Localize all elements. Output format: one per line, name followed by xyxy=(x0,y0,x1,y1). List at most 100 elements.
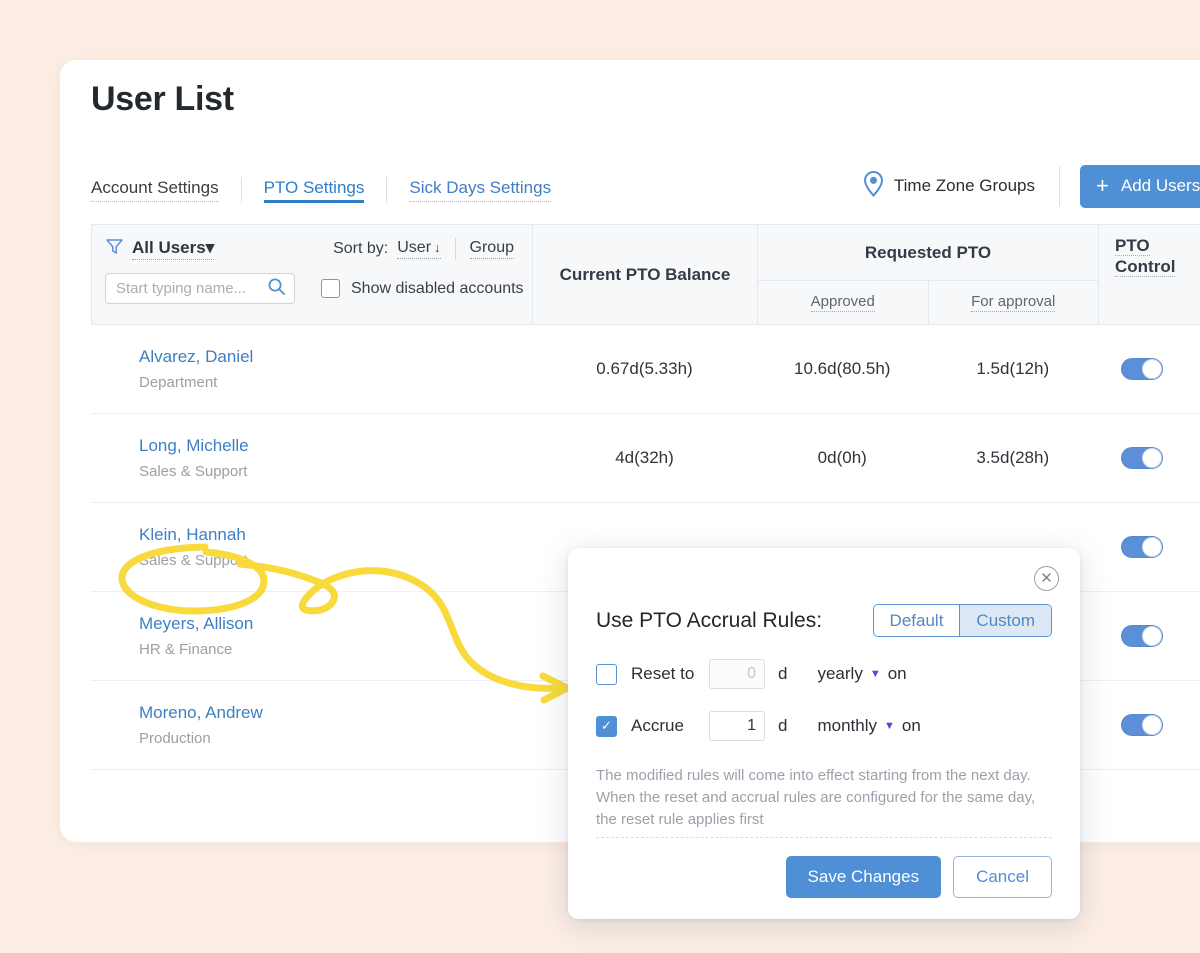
table-row[interactable]: Long, Michelle Sales & Support 4d(32h) 0… xyxy=(91,414,1200,503)
all-users-caret: ▾ xyxy=(205,238,215,257)
search-box[interactable] xyxy=(105,273,295,304)
sort-arrow-down-icon: ↓ xyxy=(434,240,441,255)
sort-by-label: Sort by: xyxy=(333,240,389,257)
pto-accrual-rules-modal: ✕ Use PTO Accrual Rules: Default Custom … xyxy=(568,548,1080,919)
check-icon: ✓ xyxy=(601,718,612,733)
cell-approved: 0d(0h) xyxy=(817,448,867,467)
mode-custom-button[interactable]: Custom xyxy=(959,605,1051,636)
column-pto-control-line1: PTO xyxy=(1115,236,1150,256)
toggle-knob xyxy=(1142,359,1162,379)
mode-default-button[interactable]: Default xyxy=(873,605,960,636)
filter-panel: All Users▾ Sort by: User ↓ Group Start t… xyxy=(92,225,533,324)
user-cell: Moreno, Andrew Production xyxy=(91,703,532,747)
user-name-link[interactable]: Long, Michelle xyxy=(139,436,532,456)
add-users-button[interactable]: + Add Users ▾ xyxy=(1080,164,1200,208)
chevron-down-icon: ▼ xyxy=(884,720,895,732)
time-zone-groups-label: Time Zone Groups xyxy=(893,176,1035,195)
column-current-pto-balance: Current PTO Balance xyxy=(533,225,758,324)
accrue-rule-row: ✓ Accrue d monthly ▼ on xyxy=(596,711,1052,741)
reset-to-checkbox[interactable] xyxy=(596,663,617,685)
time-zone-groups-button[interactable]: Time Zone Groups xyxy=(862,170,1059,203)
accrue-value-input[interactable] xyxy=(709,711,765,741)
sort-controls: Sort by: User ↓ Group xyxy=(333,238,532,260)
user-department: HR & Finance xyxy=(139,641,233,658)
reset-to-label: Reset to xyxy=(631,664,695,683)
column-for-approval[interactable]: For approval xyxy=(929,281,1099,324)
user-name-link[interactable]: Moreno, Andrew xyxy=(139,703,532,723)
save-changes-button[interactable]: Save Changes xyxy=(785,856,942,898)
sort-divider xyxy=(454,238,456,260)
modal-note: The modified rules will come into effect… xyxy=(596,767,1036,828)
all-users-filter[interactable]: All Users▾ xyxy=(132,238,215,260)
sort-by-user[interactable]: User ↓ xyxy=(397,239,441,259)
reset-frequency-dropdown[interactable]: yearly ▼ on xyxy=(817,664,906,684)
user-cell: Long, Michelle Sales & Support xyxy=(91,436,532,480)
cancel-button[interactable]: Cancel xyxy=(953,856,1052,898)
checkbox-box xyxy=(321,279,340,298)
pto-control-toggle[interactable] xyxy=(1121,536,1163,558)
reset-to-value-input[interactable] xyxy=(709,659,765,689)
reset-on-label: on xyxy=(887,664,907,683)
funnel-icon[interactable] xyxy=(105,237,124,261)
pto-control-toggle[interactable] xyxy=(1121,714,1163,736)
accrue-unit: d xyxy=(778,716,788,735)
cell-current-balance: 0.67d(5.33h) xyxy=(596,359,693,378)
accrue-label: Accrue xyxy=(631,716,684,735)
table-row[interactable]: Alvarez, Daniel Department 0.67d(5.33h) … xyxy=(91,325,1200,414)
reset-frequency-value: yearly xyxy=(817,664,863,683)
user-department: Sales & Support xyxy=(139,552,248,569)
filter-top-row: All Users▾ Sort by: User ↓ Group xyxy=(92,225,532,261)
chevron-down-icon: ▼ xyxy=(869,668,881,680)
accrual-mode-segmented-control: Default Custom xyxy=(872,604,1052,637)
show-disabled-accounts-label: Show disabled accounts xyxy=(351,279,524,297)
cell-pto-control xyxy=(1098,358,1200,380)
column-approved-label: Approved xyxy=(810,293,875,312)
user-name-link[interactable]: Alvarez, Daniel xyxy=(139,347,532,367)
pto-control-toggle[interactable] xyxy=(1121,358,1163,380)
user-department: Department xyxy=(139,374,218,391)
column-for-approval-label: For approval xyxy=(971,293,1056,312)
screen-root: User List Account Settings PTO Settings … xyxy=(0,0,1200,953)
pto-control-toggle[interactable] xyxy=(1121,625,1163,647)
toggle-knob xyxy=(1142,626,1162,646)
filter-bottom-row: Show disabled accounts xyxy=(92,261,532,304)
accrue-frequency-dropdown[interactable]: monthly ▼ on xyxy=(817,716,920,736)
show-disabled-accounts-checkbox[interactable]: Show disabled accounts xyxy=(321,279,524,298)
tab-account-settings[interactable]: Account Settings xyxy=(91,178,219,202)
close-icon[interactable]: ✕ xyxy=(1034,566,1059,591)
cell-approved: 10.6d(80.5h) xyxy=(794,359,891,378)
reset-to-unit: d xyxy=(778,664,788,683)
column-pto-control-line2: Control xyxy=(1115,256,1176,277)
page-title: User List xyxy=(91,80,234,118)
plus-icon: + xyxy=(1096,173,1109,198)
cell-pto-control xyxy=(1098,536,1200,558)
add-users-label: Add Users xyxy=(1120,176,1200,195)
tab-divider-2 xyxy=(386,177,388,203)
user-cell: Klein, Hannah Sales & Support xyxy=(91,525,532,569)
accrue-on-label: on xyxy=(901,716,921,735)
user-department: Sales & Support xyxy=(139,463,248,480)
reset-rule-row: Reset to d yearly ▼ on xyxy=(596,659,1052,689)
tab-sick-days-settings[interactable]: Sick Days Settings xyxy=(409,178,552,202)
search-icon[interactable] xyxy=(267,277,286,301)
accrue-checkbox[interactable]: ✓ xyxy=(596,715,617,737)
user-cell: Meyers, Allison HR & Finance xyxy=(91,614,532,658)
sort-by-group[interactable]: Group xyxy=(469,239,514,259)
column-requested-pto-label: Requested PTO xyxy=(758,225,1098,281)
header-actions: Time Zone Groups + Add Users ▾ xyxy=(862,160,1200,212)
toggle-knob xyxy=(1142,448,1162,468)
user-name-link[interactable]: Klein, Hannah xyxy=(139,525,532,545)
user-department: Production xyxy=(139,730,211,747)
tab-pto-settings[interactable]: PTO Settings xyxy=(263,178,365,203)
tab-divider-1 xyxy=(240,177,242,203)
user-name-link[interactable]: Meyers, Allison xyxy=(139,614,532,634)
search-input[interactable] xyxy=(116,280,263,297)
column-approved[interactable]: Approved xyxy=(758,281,929,324)
cell-pto-control xyxy=(1098,714,1200,736)
pto-control-toggle[interactable] xyxy=(1121,447,1163,469)
header-divider xyxy=(1059,166,1060,206)
modal-actions: Save Changes Cancel xyxy=(785,856,1052,898)
cell-current-balance: 4d(32h) xyxy=(615,448,674,467)
location-pin-icon xyxy=(862,170,885,203)
cell-pto-control xyxy=(1098,447,1200,469)
